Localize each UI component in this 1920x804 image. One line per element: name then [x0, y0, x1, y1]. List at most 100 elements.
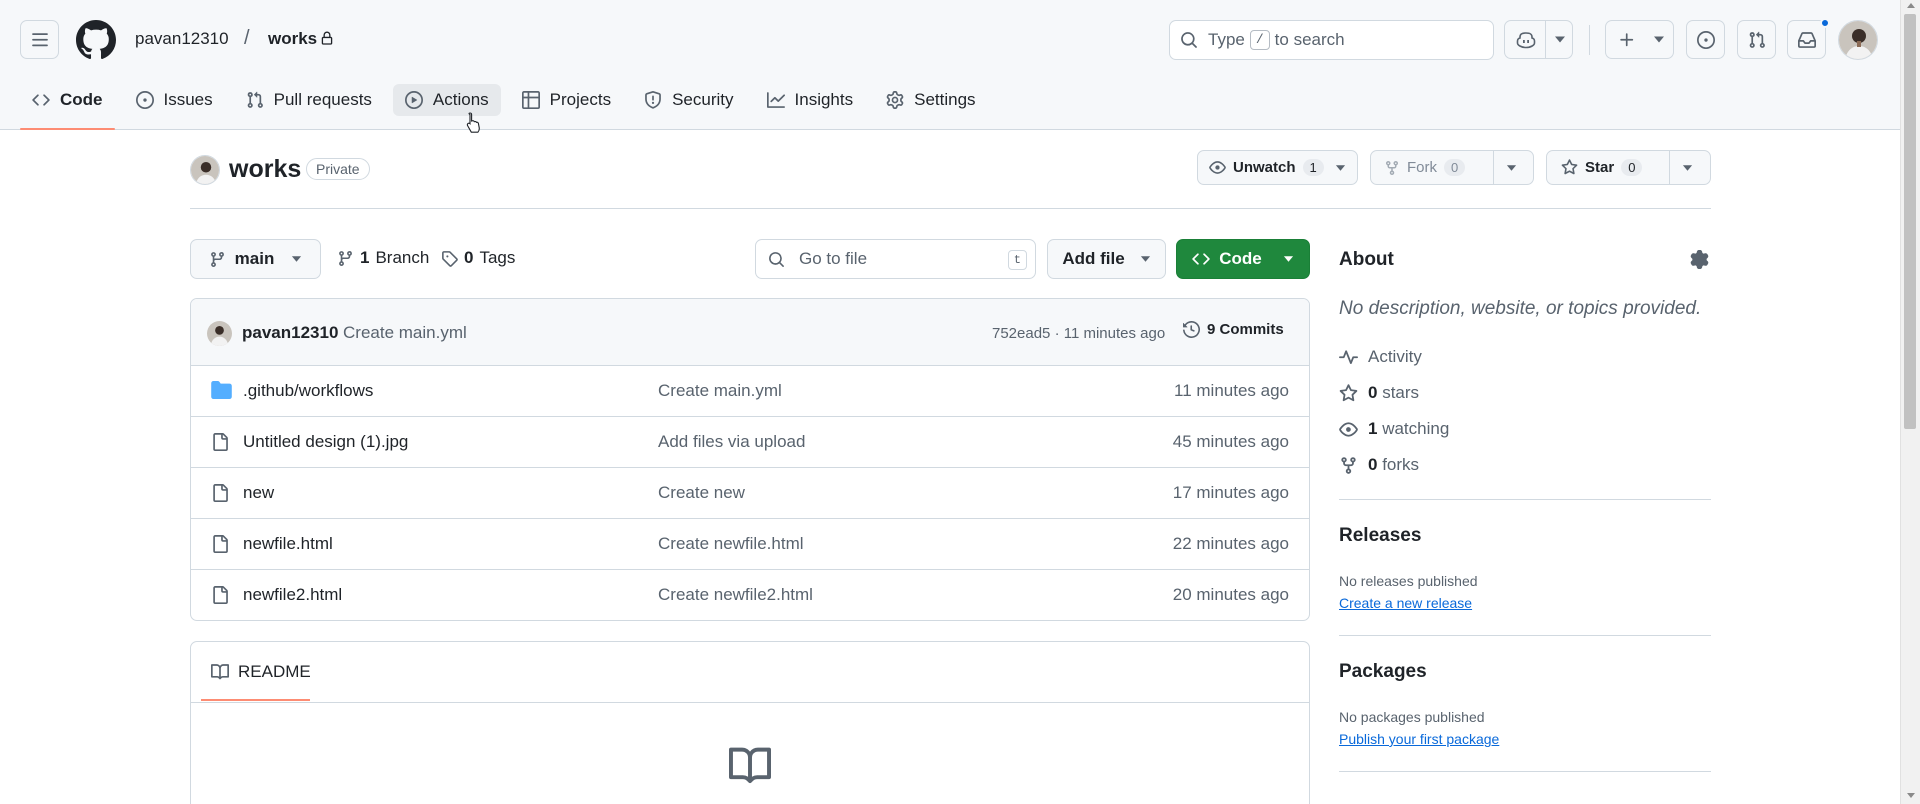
- file-name[interactable]: new: [243, 483, 274, 503]
- file-row[interactable]: .github/workflows Create main.yml 11 min…: [191, 366, 1309, 417]
- file-commit-message[interactable]: Create main.yml: [658, 381, 782, 401]
- pull-requests-button[interactable]: [1737, 20, 1776, 59]
- commit-author[interactable]: pavan12310: [242, 323, 338, 343]
- branch-count: 1: [360, 248, 370, 267]
- forks-link[interactable]: 0 forks: [1339, 455, 1419, 475]
- file-icon: [211, 534, 229, 554]
- file-name[interactable]: Untitled design (1).jpg: [243, 432, 408, 452]
- owner-link[interactable]: pavan12310: [135, 29, 229, 49]
- notification-dot-icon: [1820, 18, 1830, 28]
- gear-icon[interactable]: [1690, 250, 1709, 269]
- file-commit-message[interactable]: Add files via upload: [658, 432, 805, 452]
- history-icon: [1183, 321, 1200, 338]
- code-button-label: Code: [1219, 249, 1262, 268]
- tab-settings[interactable]: Settings: [874, 84, 987, 116]
- publish-package-link[interactable]: Publish your first package: [1339, 731, 1499, 747]
- tab-pull-requests[interactable]: Pull requests: [234, 84, 384, 116]
- file-row[interactable]: new Create new 17 minutes ago: [191, 468, 1309, 519]
- file-icon: [211, 432, 229, 452]
- tab-issues[interactable]: Issues: [124, 84, 225, 116]
- packages-heading[interactable]: Packages: [1339, 661, 1427, 683]
- file-row[interactable]: Untitled design (1).jpg Add files via up…: [191, 417, 1309, 468]
- search-placeholder-prefix: Type: [1208, 30, 1245, 49]
- tags-link[interactable]: 0 Tags: [441, 248, 515, 268]
- scrollbar-thumb[interactable]: [1904, 14, 1916, 429]
- commits-link[interactable]: 9 Commits: [1183, 321, 1284, 338]
- create-release-link[interactable]: Create a new release: [1339, 595, 1472, 611]
- pull-request-icon: [1748, 31, 1766, 49]
- tab-code[interactable]: Code: [20, 84, 115, 130]
- star-label: Star: [1585, 159, 1615, 176]
- scroll-up-arrow-icon[interactable]: [1907, 3, 1915, 8]
- watch-count: 1: [1302, 159, 1324, 176]
- stars-link[interactable]: 0 stars: [1339, 383, 1419, 403]
- about-description: No description, website, or topics provi…: [1339, 298, 1702, 319]
- sidebar-divider: [1339, 499, 1711, 500]
- activity-link[interactable]: Activity: [1339, 347, 1422, 367]
- tab-projects[interactable]: Projects: [510, 84, 623, 116]
- tab-insights-label: Insights: [794, 90, 854, 109]
- scroll-down-arrow-icon[interactable]: [1907, 793, 1915, 798]
- activity-label: Activity: [1368, 347, 1422, 366]
- repo-header-bar: pavan12310 / works Type / to search Code…: [0, 0, 1900, 130]
- eye-icon: [1209, 159, 1226, 176]
- file-commit-message[interactable]: Create newfile2.html: [658, 585, 813, 605]
- sidebar-divider: [1339, 771, 1711, 772]
- chevron-down-icon: [1283, 255, 1294, 263]
- repo-title[interactable]: works: [229, 155, 301, 184]
- tab-projects-label: Projects: [549, 90, 612, 109]
- tab-actions[interactable]: Actions: [392, 84, 501, 116]
- branches-link[interactable]: 1 Branch: [337, 248, 429, 268]
- issues-button[interactable]: [1686, 20, 1725, 59]
- file-row[interactable]: newfile2.html Create newfile2.html 20 mi…: [191, 570, 1309, 620]
- commit-meta[interactable]: 752ead5 · 11 minutes ago: [992, 325, 1165, 342]
- folder-icon: [211, 381, 232, 399]
- inbox-icon: [1797, 31, 1816, 49]
- chevron-down-icon: [1140, 255, 1151, 263]
- readme-tab[interactable]: README: [211, 662, 311, 682]
- code-icon: [32, 91, 50, 109]
- file-icon: [211, 483, 229, 503]
- readme-label: README: [238, 662, 311, 681]
- file-commit-message[interactable]: Create newfile.html: [658, 534, 804, 554]
- fork-dropdown[interactable]: [1494, 151, 1529, 184]
- star-dropdown[interactable]: [1670, 151, 1705, 184]
- code-button[interactable]: Code: [1176, 239, 1310, 279]
- branch-selector[interactable]: main: [190, 239, 321, 279]
- go-to-file-input[interactable]: Go to file t: [755, 239, 1036, 279]
- chevron-down-icon: [1653, 35, 1665, 44]
- file-name[interactable]: newfile2.html: [243, 585, 342, 605]
- releases-heading[interactable]: Releases: [1339, 525, 1421, 547]
- copilot-button[interactable]: [1504, 20, 1573, 59]
- chevron-down-icon: [1506, 164, 1517, 172]
- tab-security-label: Security: [672, 90, 734, 109]
- add-file-button[interactable]: Add file: [1047, 239, 1166, 279]
- create-new-button[interactable]: [1605, 20, 1674, 59]
- branch-count-label: Branch: [375, 248, 430, 267]
- star-button[interactable]: Star 0: [1546, 150, 1711, 185]
- stars-count: 0: [1368, 383, 1378, 402]
- user-avatar[interactable]: [1838, 20, 1878, 60]
- search-input[interactable]: Type / to search: [1169, 20, 1494, 60]
- unwatch-button[interactable]: Unwatch 1: [1197, 150, 1358, 185]
- tab-insights[interactable]: Insights: [755, 84, 866, 116]
- header-divider: [190, 208, 1711, 209]
- star-icon: [1561, 159, 1578, 176]
- commit-message[interactable]: Create main.yml: [343, 323, 467, 343]
- file-row[interactable]: newfile.html Create newfile.html 22 minu…: [191, 519, 1309, 570]
- tab-security[interactable]: Security: [632, 84, 745, 116]
- file-commit-message[interactable]: Create new: [658, 483, 745, 503]
- file-name[interactable]: newfile.html: [243, 534, 333, 554]
- file-commit-time: 11 minutes ago: [1174, 381, 1289, 400]
- table-icon: [521, 91, 540, 109]
- watching-link[interactable]: 1 watching: [1339, 419, 1449, 439]
- menu-button[interactable]: [20, 20, 59, 59]
- book-icon: [211, 663, 229, 681]
- eye-icon: [1339, 420, 1358, 439]
- repo-name-link[interactable]: works: [268, 29, 317, 49]
- file-listing: pavan12310 Create main.yml 752ead5 · 11 …: [190, 298, 1310, 621]
- fork-button[interactable]: Fork 0: [1370, 150, 1534, 185]
- commit-author-avatar[interactable]: [207, 321, 232, 346]
- file-name[interactable]: .github/workflows: [243, 381, 373, 401]
- github-logo-icon[interactable]: [76, 20, 116, 60]
